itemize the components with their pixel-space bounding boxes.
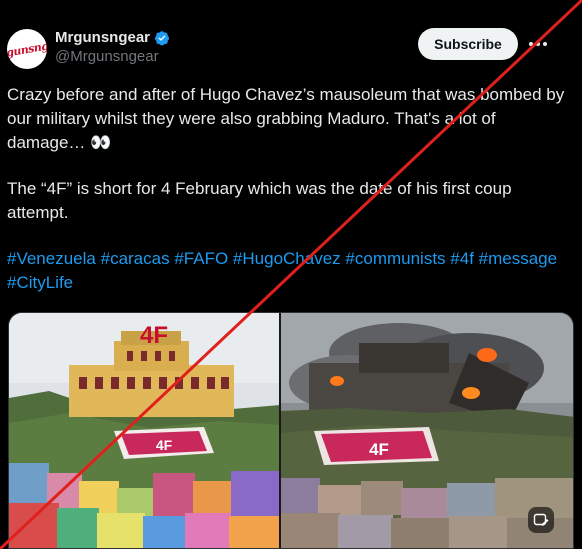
before-after-image: 4F 4F 4F xyxy=(9,313,573,548)
handle[interactable]: @Mrgunsngear xyxy=(55,48,170,65)
post-paragraph-1: Crazy before and after of Hugo Chavez’s … xyxy=(7,85,565,152)
more-icon[interactable] xyxy=(526,33,550,55)
hashtag-link[interactable]: #4f xyxy=(450,249,474,268)
hashtag-link[interactable]: #CityLife xyxy=(7,273,73,292)
image-edit-icon[interactable] xyxy=(528,507,554,533)
post-header: Mrgunsngear @Mrgunsngear xyxy=(55,29,170,65)
hashtag-link[interactable]: #communists xyxy=(345,249,445,268)
hashtag-link[interactable]: #FAFO xyxy=(174,249,228,268)
hashtag-link[interactable]: #HugoChavez xyxy=(233,249,341,268)
name-row: Mrgunsngear xyxy=(55,29,170,46)
post-paragraph-2: The “4F” is short for 4 February which w… xyxy=(7,179,512,222)
hashtag-link[interactable]: #message xyxy=(479,249,557,268)
hashtag-list: #Venezuela #caracas #FAFO #HugoChavez #c… xyxy=(7,247,567,295)
display-name[interactable]: Mrgunsngear xyxy=(55,29,150,46)
verified-badge-icon xyxy=(155,30,170,45)
subscribe-button[interactable]: Subscribe xyxy=(418,28,518,60)
left-hill-sign-text: 4F xyxy=(156,437,173,453)
hashtag-link[interactable]: #Venezuela xyxy=(7,249,96,268)
post-card: gunsng Mrgunsngear @Mrgunsngear Subscrib… xyxy=(0,0,582,549)
avatar[interactable]: gunsng xyxy=(7,29,47,69)
post-text: Crazy before and after of Hugo Chavez’s … xyxy=(7,83,567,295)
post-media[interactable]: 4F 4F 4F xyxy=(8,312,574,549)
hashtag-link[interactable]: #caracas xyxy=(101,249,170,268)
left-sign-text: 4F xyxy=(140,322,168,349)
avatar-logo-text: gunsng xyxy=(7,38,47,60)
right-hill-sign-text: 4F xyxy=(369,440,389,459)
